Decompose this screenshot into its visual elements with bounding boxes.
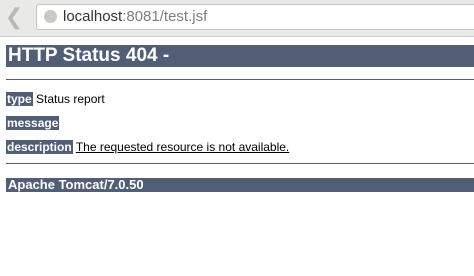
description-value: The requested resource is not available. <box>75 140 290 154</box>
url-path: :8081/test.jsf <box>122 8 208 25</box>
description-label: description <box>6 140 73 154</box>
server-info: Apache Tomcat/7.0.50 <box>6 178 474 192</box>
type-label: type <box>6 92 33 106</box>
address-bar[interactable]: localhost:8081/test.jsf <box>36 4 474 30</box>
type-value: Status report <box>36 92 105 106</box>
back-button[interactable]: ❮ <box>4 4 24 29</box>
divider <box>6 163 474 164</box>
type-row: type Status report <box>6 92 105 106</box>
chevron-left-icon: ❮ <box>4 4 24 29</box>
message-row: message <box>6 116 60 130</box>
url-host: localhost <box>63 8 123 25</box>
globe-icon <box>44 10 57 23</box>
message-label: message <box>6 116 60 130</box>
description-row: description The requested resource is no… <box>6 140 289 154</box>
page-content: HTTP Status 404 - type Status report mes… <box>0 37 474 276</box>
browser-toolbar: ❮ localhost:8081/test.jsf <box>0 0 474 37</box>
page-title: HTTP Status 404 - <box>6 45 474 67</box>
url-text[interactable]: localhost:8081/test.jsf <box>63 8 207 26</box>
divider <box>6 79 474 80</box>
